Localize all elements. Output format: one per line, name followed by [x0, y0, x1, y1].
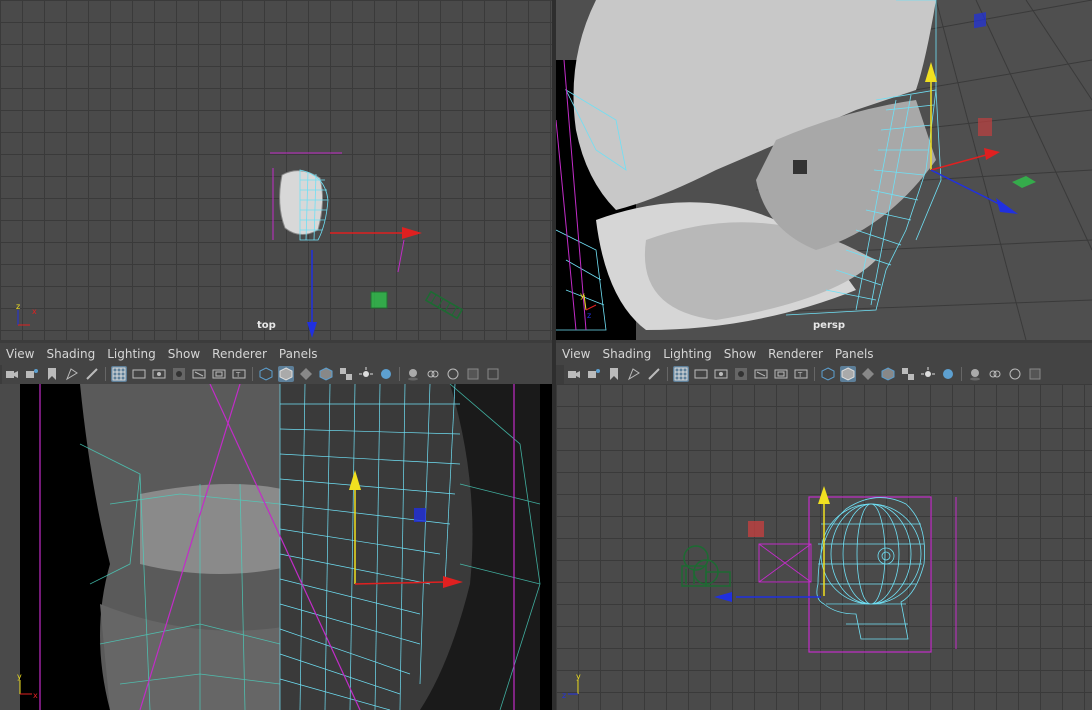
gate-mask-icon[interactable] — [171, 366, 187, 382]
flat-shade-icon[interactable] — [298, 366, 314, 382]
panel-menubar-right: View Shading Lighting Show Renderer Pane… — [556, 343, 1092, 365]
screen-ao-icon[interactable] — [405, 366, 421, 382]
depth-of-field-icon[interactable] — [1027, 366, 1043, 382]
y-arrow-handle-side — [818, 486, 830, 504]
menu-renderer[interactable]: Renderer — [762, 347, 829, 361]
viewport-label-persp: persp — [813, 320, 845, 331]
menu-shading[interactable]: Shading — [596, 347, 657, 361]
z-arrow-handle-side — [714, 592, 732, 602]
viewport-front[interactable]: y x — [0, 384, 552, 710]
textured-icon[interactable] — [338, 366, 354, 382]
panel-menubar-left: View Shading Lighting Show Renderer Pane… — [0, 343, 552, 365]
menu-shading[interactable]: Shading — [40, 347, 101, 361]
grease-pencil-icon[interactable] — [646, 366, 662, 382]
image-plane-icon[interactable] — [626, 366, 642, 382]
wireframe-icon[interactable] — [820, 366, 836, 382]
panel-toolbar-left: T — [2, 364, 552, 384]
motion-blur-icon[interactable] — [425, 366, 441, 382]
wireframe-icon[interactable] — [258, 366, 274, 382]
flat-shade-icon[interactable] — [860, 366, 876, 382]
viewport-top[interactable]: z x top — [0, 0, 552, 340]
depth-of-field-icon[interactable] — [465, 366, 481, 382]
svg-text:T: T — [235, 371, 241, 379]
svg-text:T: T — [797, 371, 803, 379]
shadows-icon[interactable] — [940, 366, 956, 382]
viewport-label-top: top — [257, 320, 276, 331]
image-plane-icon[interactable] — [64, 366, 80, 382]
film-gate-icon[interactable] — [693, 366, 709, 382]
selection-frame-side — [808, 496, 932, 653]
camera-object-side — [681, 545, 731, 587]
wireframe-on-shaded-icon[interactable] — [318, 366, 334, 382]
field-chart-icon[interactable] — [753, 366, 769, 382]
camera-attr-icon[interactable] — [586, 366, 602, 382]
svg-text:z: z — [562, 691, 566, 700]
grid-icon[interactable] — [673, 366, 689, 382]
isolate-icon[interactable] — [485, 366, 501, 382]
menu-lighting[interactable]: Lighting — [657, 347, 718, 361]
camera-attr-icon[interactable] — [24, 366, 40, 382]
camera-object-top — [424, 290, 464, 320]
menu-view[interactable]: View — [0, 347, 40, 361]
lights-icon[interactable] — [358, 366, 374, 382]
screen-ao-icon[interactable] — [967, 366, 983, 382]
svg-text:z: z — [587, 311, 591, 320]
grease-pencil-icon[interactable] — [84, 366, 100, 382]
gate-mask-icon[interactable] — [733, 366, 749, 382]
viewport-persp[interactable]: y z persp — [556, 0, 1092, 340]
safe-title-icon[interactable]: T — [231, 366, 247, 382]
wireframe-on-shaded-icon[interactable] — [880, 366, 896, 382]
viewport-side[interactable]: y z — [556, 384, 1092, 710]
svg-text:y: y — [576, 672, 581, 681]
lights-icon[interactable] — [920, 366, 936, 382]
menu-panels[interactable]: Panels — [829, 347, 880, 361]
textured-icon[interactable] — [900, 366, 916, 382]
menu-panels[interactable]: Panels — [273, 347, 324, 361]
bookmark-icon[interactable] — [606, 366, 622, 382]
svg-text:y: y — [580, 291, 585, 300]
field-chart-icon[interactable] — [191, 366, 207, 382]
head-wireframe-side — [816, 497, 925, 640]
menu-renderer[interactable]: Renderer — [206, 347, 273, 361]
grid-icon[interactable] — [111, 366, 127, 382]
shadows-icon[interactable] — [378, 366, 394, 382]
panel-toolbar-right: T — [564, 364, 1092, 384]
axis-indicator-side: y z — [562, 672, 581, 700]
film-gate-icon[interactable] — [131, 366, 147, 382]
smooth-shade-icon[interactable] — [278, 366, 294, 382]
axis-indicator-top: z x — [16, 302, 37, 326]
resolution-gate-icon[interactable] — [713, 366, 729, 382]
smooth-shade-icon[interactable] — [840, 366, 856, 382]
z-arrow-handle — [307, 322, 317, 338]
resolution-gate-icon[interactable] — [151, 366, 167, 382]
menu-view[interactable]: View — [556, 347, 596, 361]
head-mesh-right-front — [280, 384, 473, 710]
motion-blur-icon[interactable] — [987, 366, 1003, 382]
antialias-icon[interactable] — [1007, 366, 1023, 382]
camera-icon[interactable] — [566, 366, 582, 382]
menu-show[interactable]: Show — [162, 347, 206, 361]
bookmark-icon[interactable] — [44, 366, 60, 382]
menu-show[interactable]: Show — [718, 347, 762, 361]
svg-text:x: x — [33, 691, 38, 700]
svg-text:x: x — [32, 307, 37, 316]
safe-action-icon[interactable] — [773, 366, 789, 382]
safe-title-icon[interactable]: T — [793, 366, 809, 382]
svg-text:y: y — [17, 672, 22, 681]
camera-icon[interactable] — [4, 366, 20, 382]
safe-action-icon[interactable] — [211, 366, 227, 382]
axis-indicator-front: y x — [17, 672, 38, 700]
x-arrow-handle — [402, 227, 422, 239]
svg-text:z: z — [16, 302, 20, 311]
menu-lighting[interactable]: Lighting — [101, 347, 162, 361]
plane-handle — [370, 291, 388, 309]
antialias-icon[interactable] — [445, 366, 461, 382]
